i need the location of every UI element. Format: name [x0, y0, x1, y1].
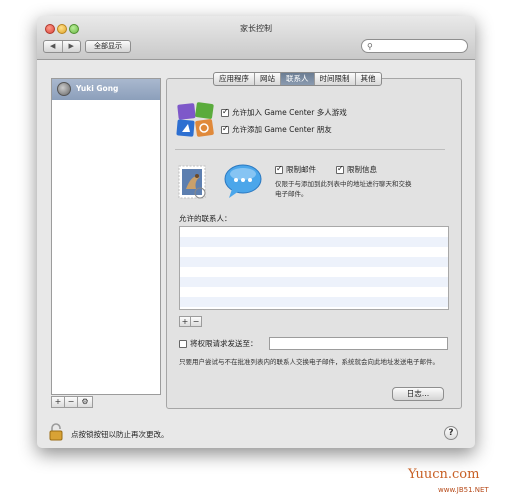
tab-other[interactable]: 其他 [356, 73, 381, 85]
back-button[interactable]: ◀ [44, 41, 63, 52]
messages-bubble-icon [224, 164, 262, 198]
allow-multiplayer-label: 允许加入 Game Center 多人游戏 [232, 108, 347, 117]
tab-people[interactable]: 联系人 [281, 73, 315, 85]
watermark: Yuucn.com [408, 467, 480, 482]
tab-apps[interactable]: 应用程序 [214, 73, 255, 85]
permission-request-checkbox[interactable] [179, 339, 187, 348]
allow-friends-label: 允许添加 Game Center 朋友 [232, 125, 332, 134]
permission-request-email-field[interactable] [269, 337, 448, 350]
remove-user-button[interactable]: − [64, 396, 78, 408]
contacts-toolbar: + − [179, 316, 202, 327]
window-title: 家长控制 [240, 24, 272, 33]
mail-stamp-icon [178, 165, 206, 199]
lock-hint: 点按锁按钮以防止再次更改。 [71, 430, 169, 439]
user-name: Yuki Gong [76, 84, 119, 93]
search-field[interactable]: ⚲ [361, 39, 468, 53]
limit-messages-checkbox[interactable] [336, 164, 344, 174]
help-button[interactable]: ? [444, 426, 458, 440]
title-bar: 家长控制 ◀ ▶ 全部显示 ⚲ [37, 16, 475, 60]
tab-bar: 应用程序 网站 联系人 时间限制 其他 [213, 72, 382, 86]
gear-icon[interactable]: ⚙ [77, 396, 93, 408]
allow-multiplayer-checkbox[interactable]: 允许加入 Game Center 多人游戏 [221, 107, 347, 118]
logs-button[interactable]: 日志… [392, 387, 444, 401]
remove-contact-button[interactable]: − [190, 316, 202, 327]
allowed-contacts-label: 允许的联系人： [179, 214, 232, 223]
tab-web[interactable]: 网站 [255, 73, 281, 85]
limit-mail-checkbox[interactable] [275, 164, 283, 174]
checkbox-icon[interactable] [221, 107, 229, 117]
avatar [57, 82, 71, 96]
allow-friends-checkbox[interactable]: 允许添加 Game Center 朋友 [221, 124, 332, 135]
lock-icon[interactable] [49, 423, 63, 441]
user-list[interactable]: Yuki Gong [51, 78, 161, 395]
checkbox-icon[interactable] [221, 124, 229, 134]
user-row-yuki-gong[interactable]: Yuki Gong [52, 79, 160, 100]
search-icon: ⚲ [367, 42, 373, 51]
restrict-row: 限制邮件 限制信息 [275, 164, 377, 175]
limit-mail-label: 限制邮件 [286, 165, 316, 174]
show-all-button[interactable]: 全部显示 [85, 40, 131, 53]
watermark-sub: www.JB51.NET [438, 486, 489, 494]
permission-request-note: 只要用户尝试与不在批准列表内的联系人交换电子邮件，系统就会向此地址发送电子邮件。 [179, 358, 439, 366]
parental-controls-window: 家长控制 ◀ ▶ 全部显示 ⚲ Yuki Gong + − ⚙ 应用程序 网站 … [37, 16, 475, 448]
add-user-button[interactable]: + [51, 396, 65, 408]
forward-button[interactable]: ▶ [63, 41, 81, 52]
limit-messages-label: 限制信息 [347, 165, 377, 174]
tab-time-limits[interactable]: 时间限制 [315, 73, 356, 85]
user-list-toolbar: + − ⚙ [51, 396, 161, 408]
permission-request-label: 将权限请求发送至： [190, 339, 258, 348]
game-center-icon [176, 102, 214, 137]
section-divider [175, 149, 445, 150]
permission-request-row: 将权限请求发送至： [179, 338, 258, 349]
restrict-note: 仅限于与添加到此列表中的地址进行聊天和交换电子邮件。 [275, 180, 412, 198]
allowed-contacts-list[interactable] [179, 226, 449, 310]
nav-back-forward: ◀ ▶ [43, 40, 81, 53]
